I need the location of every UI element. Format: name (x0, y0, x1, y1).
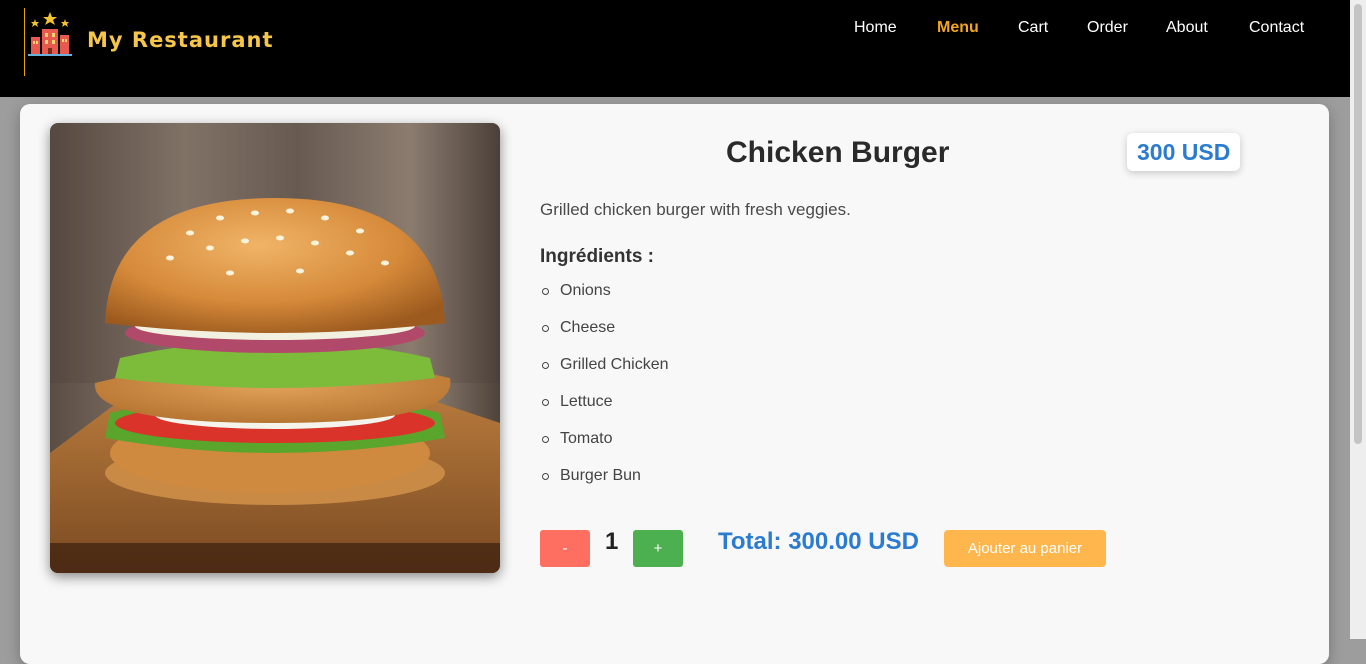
ingredient-label: Tomato (560, 430, 613, 447)
circle-bullet-icon (542, 362, 549, 369)
nav-home[interactable]: Home (854, 19, 897, 37)
scrollbar-thumb[interactable] (1354, 4, 1362, 444)
product-description: Grilled chicken burger with fresh veggie… (540, 200, 851, 219)
add-to-cart-button[interactable]: Ajouter au panier (944, 530, 1106, 567)
product-title: Chicken Burger (726, 136, 950, 169)
nav-menu[interactable]: Menu (937, 19, 979, 37)
site-header: My Restaurant Home Menu Cart Order About… (0, 0, 1350, 97)
ingredient-label: Onions (560, 282, 611, 299)
chicken-burger-image (50, 123, 500, 573)
main-nav: Home Menu Cart Order About Contact (0, 19, 1350, 39)
circle-bullet-icon (542, 399, 549, 406)
ingredient-item: Cheese (540, 319, 668, 356)
page-scrollbar[interactable] (1350, 0, 1366, 639)
price-badge: 300 USD (1127, 133, 1241, 171)
nav-order[interactable]: Order (1087, 19, 1128, 37)
ingredient-item: Burger Bun (540, 467, 668, 504)
decrease-quantity-button[interactable]: - (540, 530, 590, 567)
ingredients-list: Onions Cheese Grilled Chicken Lettuce To… (540, 282, 668, 504)
circle-bullet-icon (542, 288, 549, 295)
nav-about[interactable]: About (1166, 19, 1208, 37)
ingredient-label: Cheese (560, 319, 616, 336)
increase-quantity-button[interactable]: + (633, 530, 683, 567)
ingredient-label: Grilled Chicken (560, 356, 669, 373)
nav-cart[interactable]: Cart (1018, 19, 1048, 37)
circle-bullet-icon (542, 436, 549, 443)
ingredients-heading: Ingrédients : (540, 246, 655, 267)
nav-contact[interactable]: Contact (1249, 19, 1304, 37)
quantity-value: 1 (605, 528, 619, 555)
ingredient-item: Onions (540, 282, 668, 319)
ingredient-item: Lettuce (540, 393, 668, 430)
ingredient-item: Grilled Chicken (540, 356, 668, 393)
ingredient-label: Lettuce (560, 393, 613, 410)
circle-bullet-icon (542, 325, 549, 332)
ingredient-label: Burger Bun (560, 467, 641, 484)
total-price: Total: 300.00 USD (718, 528, 919, 555)
product-image (50, 123, 500, 573)
ingredient-item: Tomato (540, 430, 668, 467)
circle-bullet-icon (542, 473, 549, 480)
product-card: Chicken Burger 300 USD Grilled chicken b… (20, 104, 1329, 664)
